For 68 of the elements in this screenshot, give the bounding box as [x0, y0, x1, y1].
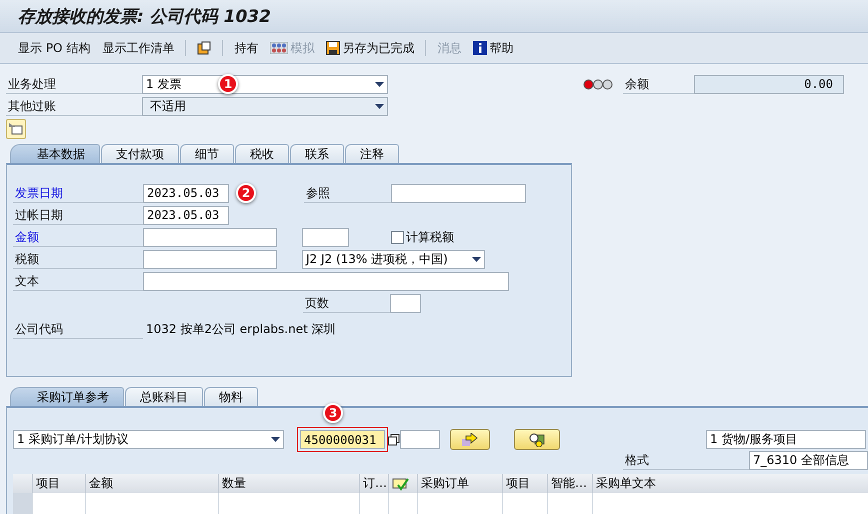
dropdown-arrow-icon [375, 82, 384, 86]
tab[interactable]: 联系 [290, 144, 344, 163]
table-cell [503, 493, 548, 514]
header-toggle-button[interactable] [6, 119, 26, 139]
tax-code-dropdown[interactable]: J2 J2 (13% 进项税，中国) [302, 250, 485, 268]
select-all-cell[interactable] [13, 474, 33, 493]
column-header[interactable]: 采购订单 [418, 474, 503, 493]
dropdown-arrow-icon [472, 256, 481, 262]
question-grid-icon [529, 432, 545, 446]
toolbar-button[interactable]: 另存为已完成 [320, 38, 420, 58]
column-header[interactable]: 订… [360, 474, 389, 493]
input-field[interactable] [302, 228, 349, 246]
column-header[interactable]: 智能… [548, 474, 593, 493]
input-field[interactable] [400, 430, 440, 449]
document-type-dropdown[interactable]: 1 采购订单/计划协议 [13, 430, 284, 449]
step-marker: 3 [323, 403, 343, 423]
tab[interactable]: 细节 [180, 144, 234, 163]
po-number-field[interactable]: 4500000031 [300, 430, 385, 449]
dropdown-arrow-icon [375, 104, 384, 108]
input-field[interactable]: 2023.05.03 [143, 206, 229, 224]
dropdown-arrow-icon [271, 437, 280, 442]
posting-dropdown[interactable]: 不适用 [142, 96, 388, 116]
layout-dropdown[interactable]: 7_6310 全部信息 [748, 450, 868, 470]
item-type-dropdown[interactable]: 1 货物/服务项目 [706, 430, 866, 449]
toolbar-button[interactable]: 显示工作清单 [96, 38, 180, 58]
checkbox-label: 计算税额 [406, 228, 454, 246]
column-header[interactable]: 项目 [503, 474, 548, 493]
window-title: 存放接收的发票: 公司代码 1032 [18, 6, 271, 28]
column-header[interactable]: 数量 [219, 474, 360, 493]
checkbox[interactable] [391, 230, 404, 244]
toolbar-button[interactable]: 持有 [228, 38, 264, 58]
table-cell [548, 493, 593, 514]
table-cell [33, 493, 86, 514]
column-header[interactable]: 金额 [86, 474, 219, 493]
tab[interactable]: 采购订单参考 [10, 387, 124, 406]
company-name: 1032 按单2公司 erplabs.net 深圳 [146, 320, 336, 338]
step-marker: 2 [236, 183, 256, 203]
input-field[interactable]: 2023.05.03 [143, 184, 229, 202]
tab[interactable]: 注释 [345, 144, 399, 163]
column-header[interactable]: 项目 [33, 474, 86, 493]
check-note-icon [392, 476, 410, 490]
input-field[interactable] [143, 272, 509, 290]
info-icon [473, 41, 488, 55]
toolbar-button[interactable]: 显示 PO 结构 [12, 38, 96, 58]
tab[interactable]: 支付款项 [101, 144, 179, 163]
table-cell [360, 493, 389, 514]
input-field[interactable] [391, 184, 526, 202]
tab[interactable]: 总账科目 [125, 387, 203, 406]
tab[interactable]: 基本数据 [10, 144, 100, 163]
balance-field: 0.00 [694, 74, 844, 94]
field-label: 公司代码 [13, 320, 143, 338]
panel-icon [9, 123, 23, 135]
field-label: 格式 [623, 450, 749, 470]
tab[interactable]: 物料 [204, 387, 258, 406]
input-field[interactable] [390, 294, 421, 312]
input-field[interactable] [143, 250, 277, 268]
search-help-button[interactable] [514, 429, 560, 450]
arrow-right-icon [462, 433, 478, 446]
window-icon [197, 41, 212, 55]
toolbar-button[interactable]: 帮助 [467, 38, 520, 58]
tab[interactable]: 税收 [235, 144, 289, 163]
column-header[interactable] [389, 474, 418, 493]
copy-icon [388, 434, 400, 446]
column-header[interactable]: 采购单文本 [593, 474, 868, 493]
transfer-button[interactable] [450, 429, 490, 450]
dots-grid-icon [270, 42, 288, 54]
table-cell [389, 493, 418, 514]
input-field[interactable] [143, 228, 277, 246]
